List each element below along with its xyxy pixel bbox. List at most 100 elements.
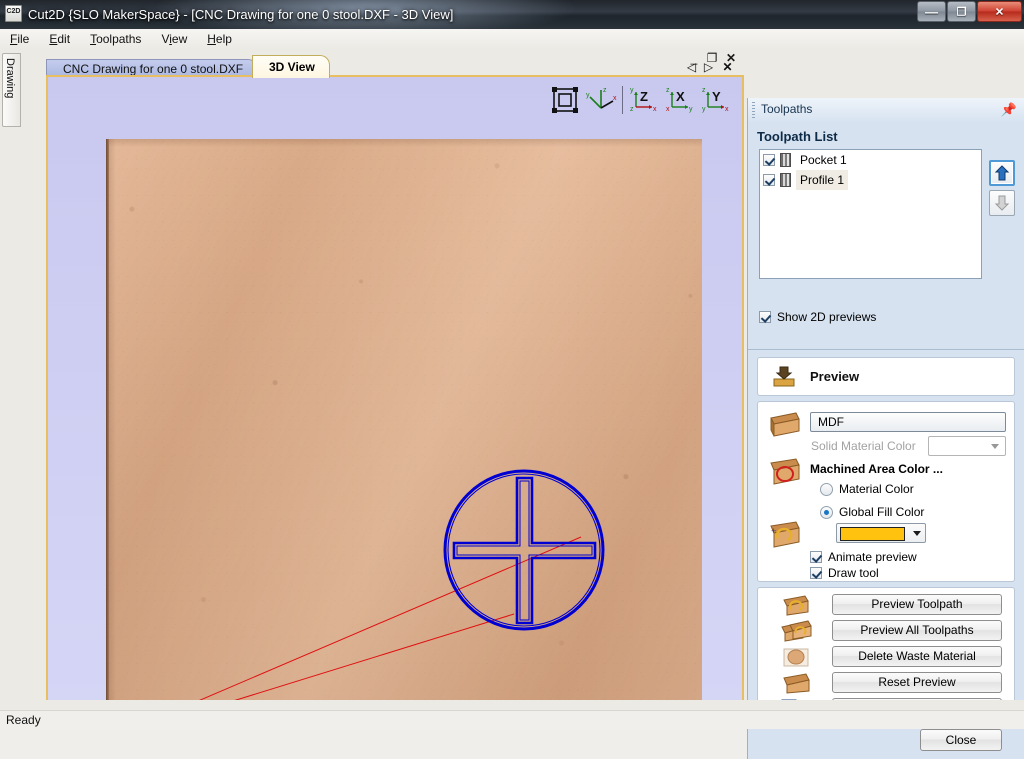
close-button[interactable]: ✕ [977, 1, 1022, 22]
close-panel-button[interactable]: Close [920, 729, 1002, 751]
toolpath-list-section: Toolpath List Pocket 1 Profile 1 Show 2D… [748, 122, 1024, 350]
show-2d-previews-checkbox[interactable] [759, 311, 771, 323]
preview-all-toolpaths-button[interactable]: Preview All Toolpaths [832, 620, 1002, 641]
fill-color-swatch [840, 527, 905, 541]
menu-item-view[interactable]: View [151, 29, 197, 48]
list-item[interactable]: Pocket 1 [760, 150, 981, 170]
arrow-up-icon [994, 165, 1010, 181]
global-fill-color-picker[interactable] [836, 523, 926, 543]
chevron-down-icon [987, 439, 1003, 453]
svg-text:z: z [666, 87, 670, 94]
move-down-button[interactable] [989, 190, 1015, 216]
move-up-button[interactable] [989, 160, 1015, 186]
menu-item-file-label: ile [17, 32, 30, 46]
menu-item-help[interactable]: Help [197, 29, 242, 48]
preview-section-title: Preview [810, 369, 860, 384]
x-view-icon[interactable]: z x y X [664, 84, 698, 116]
svg-text:Y: Y [712, 89, 721, 104]
preview-all-toolpaths-row: Preview All Toolpaths [758, 620, 1016, 642]
delete-waste-material-button[interactable]: Delete Waste Material [832, 646, 1002, 667]
machined-area-color-title: Machined Area Color ... [810, 462, 943, 476]
y-view-icon[interactable]: z y x Y [700, 84, 734, 116]
delete-waste-material-row: Delete Waste Material [758, 646, 1016, 668]
animate-preview-label: Animate preview [828, 550, 917, 564]
tab-next-icon[interactable]: ▷ [701, 59, 716, 75]
material-color-radio-row[interactable]: Material Color [820, 482, 914, 496]
sidebar-tab-drawing[interactable]: Drawing [2, 53, 21, 127]
toolpath-checkbox-profile1[interactable] [763, 174, 775, 186]
toolpath-icon [780, 173, 791, 187]
show-2d-previews-row[interactable]: Show 2D previews [759, 310, 876, 324]
minimize-icon: — [925, 4, 938, 19]
preview-toolpath-row: Preview Toolpath [758, 594, 1016, 616]
global-fill-color-radio[interactable] [820, 505, 833, 519]
material-thumbnail-icon [768, 410, 802, 440]
arrow-down-icon [994, 195, 1010, 211]
panel-header: Toolpaths 📌 [748, 98, 1024, 123]
tab-prev-icon[interactable]: ◁ [684, 59, 699, 75]
toolpath-checkbox-pocket1[interactable] [763, 154, 775, 166]
close-icon: ✕ [994, 6, 1005, 18]
svg-text:x: x [653, 106, 657, 113]
svg-text:x: x [725, 106, 729, 113]
status-bar: Ready [0, 710, 1024, 729]
menu-item-toolpaths[interactable]: Toolpaths [80, 29, 151, 48]
toolpath-overlay [187, 469, 605, 705]
reorder-buttons [989, 160, 1015, 220]
draw-tool-label: Draw tool [828, 566, 879, 580]
menu-bar: File Edit Toolpaths View Help [0, 29, 1024, 50]
toolpath-list-title: Toolpath List [757, 129, 838, 144]
draw-tool-checkbox[interactable] [810, 567, 822, 579]
toolpath-list[interactable]: Pocket 1 Profile 1 [759, 149, 982, 279]
material-color-label: Material Color [839, 482, 914, 496]
sidebar-tab-drawing-label: Drawing [4, 58, 16, 99]
preview-icon [772, 366, 796, 388]
restore-button[interactable]: ❐ [947, 1, 976, 22]
list-item[interactable]: Profile 1 [760, 170, 981, 190]
global-fill-color-radio-row[interactable]: Global Fill Color [820, 505, 924, 519]
preview-all-toolpaths-icon [780, 620, 812, 642]
panel-title: Toolpaths [761, 102, 813, 116]
preview-toolpath-icon [780, 594, 812, 616]
svg-text:z: z [603, 87, 607, 94]
window-title: Cut2D {SLO MakerSpace} - [CNC Drawing fo… [28, 7, 454, 22]
application-window: C2D Cut2D {SLO MakerSpace} - [CNC Drawin… [0, 0, 1024, 759]
menu-item-edit-label: dit [57, 32, 71, 46]
bottom-strip [0, 700, 1024, 710]
menu-item-edit[interactable]: Edit [39, 29, 80, 48]
reset-preview-button[interactable]: Reset Preview [832, 672, 1002, 693]
draw-tool-row[interactable]: Draw tool [810, 566, 879, 580]
svg-text:x: x [613, 95, 617, 102]
menu-item-file[interactable]: File [0, 29, 39, 48]
view-orientation-toolbar: z y x y z x Z z x y X z y x Y [547, 83, 734, 117]
z-view-icon[interactable]: y z x Z [628, 84, 662, 116]
material-color-radio[interactable] [820, 482, 833, 496]
reset-preview-icon [780, 672, 812, 694]
list-item-label: Pocket 1 [800, 153, 847, 167]
list-item-label: Profile 1 [796, 170, 849, 190]
animate-thumbnail-icon: + [768, 520, 802, 550]
delete-waste-icon [780, 646, 812, 668]
tab-close-icon[interactable]: ✕ [720, 59, 735, 75]
minimize-button[interactable]: — [917, 1, 946, 22]
axis-gizmo-icon[interactable]: z y x [585, 84, 619, 116]
pin-icon[interactable]: 📌 [1001, 102, 1017, 118]
machined-area-thumbnail-icon [768, 457, 802, 487]
tab-3d-view[interactable]: 3D View [252, 55, 330, 78]
mdi-child-window: _ ❐ ✕ CNC Drawing for one 0 stool.DXF 3D… [22, 49, 744, 710]
preview-toolpath-button[interactable]: Preview Toolpath [832, 594, 1002, 615]
svg-text:y: y [586, 92, 590, 99]
material-select[interactable]: MDF [810, 412, 1006, 432]
animate-preview-checkbox[interactable] [810, 551, 822, 563]
svg-text:y: y [702, 106, 706, 113]
animate-preview-row[interactable]: Animate preview [810, 550, 917, 564]
svg-text:+: + [771, 526, 776, 536]
iso-view-icon[interactable] [549, 84, 583, 116]
global-fill-color-label: Global Fill Color [839, 505, 925, 519]
solid-material-color-swatch [928, 436, 1006, 456]
3d-view-canvas[interactable]: z y x y z x Z z x y X z y x Y [46, 75, 744, 707]
toolpath-icon [780, 153, 791, 167]
toolpaths-panel: Toolpaths 📌 Toolpath List Pocket 1 Profi… [747, 98, 1024, 759]
app-icon: C2D [5, 5, 22, 22]
svg-text:z: z [630, 106, 634, 113]
